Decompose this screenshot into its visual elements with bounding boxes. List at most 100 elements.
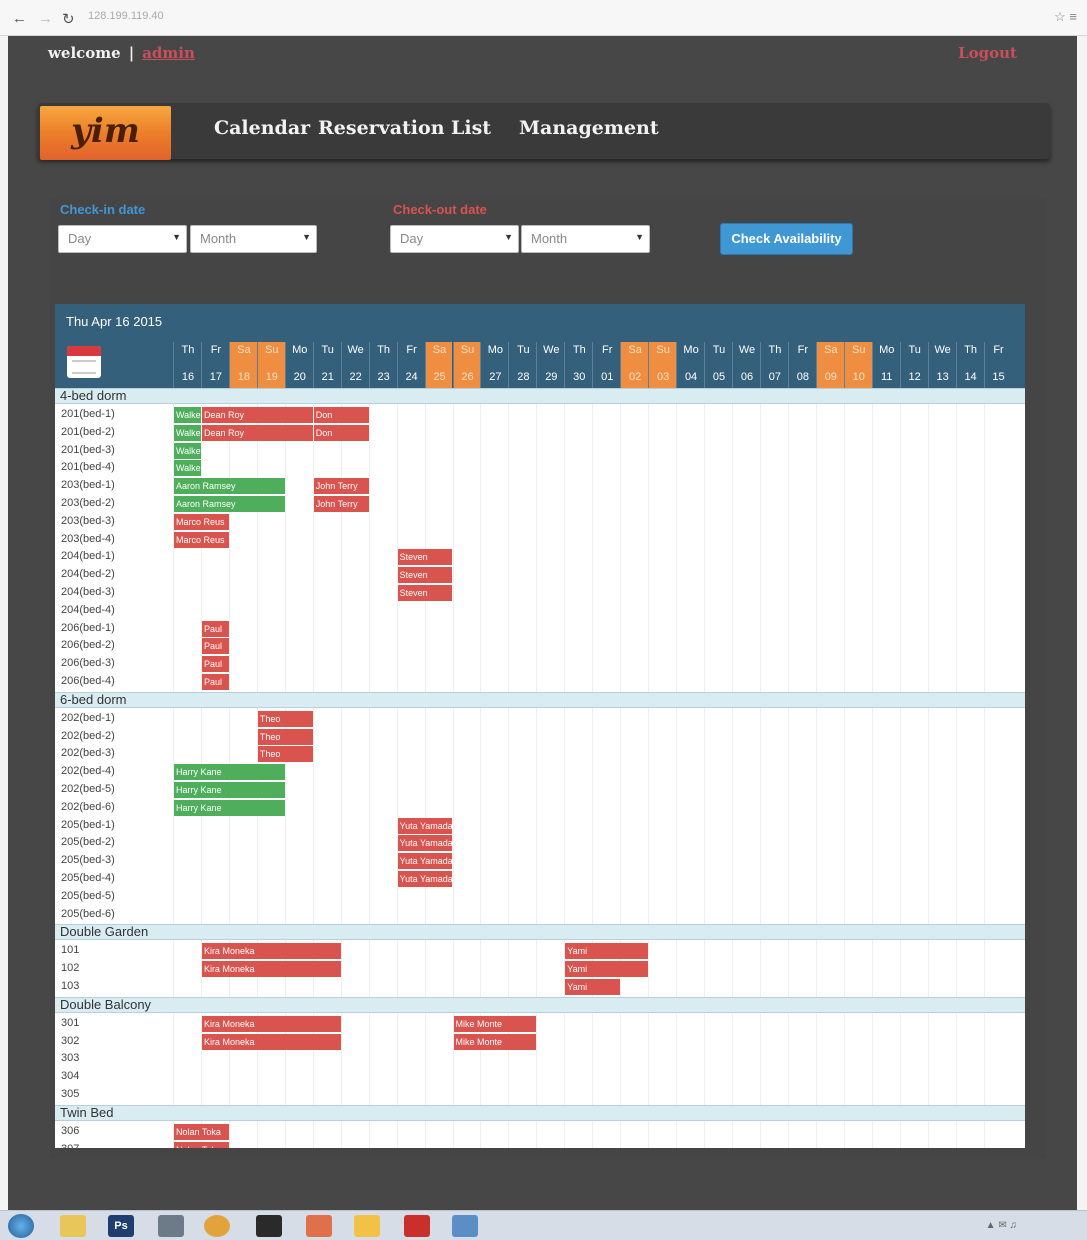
- booking-block[interactable]: Nolan Toka: [174, 1141, 229, 1148]
- booking-block[interactable]: Kira Moneka: [201, 943, 341, 960]
- xampp-icon[interactable]: [306, 1215, 332, 1237]
- menu-icon[interactable]: ☆ ≡: [1054, 9, 1077, 25]
- network-icon[interactable]: [452, 1215, 478, 1237]
- booking-block[interactable]: Dean Roy: [201, 424, 313, 441]
- booking-block[interactable]: Yuta Yamada: [397, 817, 453, 834]
- chrome-icon[interactable]: [204, 1215, 230, 1237]
- calendar-icon[interactable]: [67, 346, 101, 378]
- booking-block[interactable]: Don: [313, 407, 369, 423]
- checkin-month-select[interactable]: Month ▼: [190, 225, 317, 253]
- day-header-cell[interactable]: Fr 24: [396, 342, 425, 388]
- booking-block[interactable]: Kira Moneka: [201, 961, 341, 978]
- day-header-cell[interactable]: Fr 08: [787, 342, 816, 388]
- app-icon[interactable]: [158, 1215, 184, 1237]
- day-header-cell[interactable]: Th 23: [368, 342, 397, 388]
- booking-block[interactable]: Paul: [201, 656, 229, 673]
- day-header-cell[interactable]: Mo 20: [284, 342, 313, 388]
- day-header-cell[interactable]: Su 03: [648, 342, 677, 388]
- day-header-cell[interactable]: Mo 04: [676, 342, 704, 388]
- booking-block[interactable]: Theo: [257, 710, 313, 727]
- booking-block[interactable]: Harry Kane: [174, 782, 285, 798]
- reload-icon[interactable]: ↻: [62, 10, 75, 28]
- nav-management[interactable]: Management: [519, 117, 659, 139]
- day-header-cell[interactable]: Th 14: [955, 342, 984, 388]
- day-header-cell[interactable]: Th 30: [564, 342, 592, 388]
- day-header-cell[interactable]: Fr 15: [983, 342, 1012, 388]
- booking-block[interactable]: Harry Kane: [174, 799, 285, 816]
- start-button[interactable]: [8, 1214, 34, 1238]
- booking-block[interactable]: Yami: [565, 943, 649, 960]
- checkout-month-select[interactable]: Month ▼: [521, 225, 650, 253]
- booking-block[interactable]: Paul: [201, 620, 229, 637]
- booking-block[interactable]: Yami: [565, 979, 621, 995]
- nav-reservation[interactable]: Reservation: [318, 117, 445, 139]
- booking-block[interactable]: Harry Kane: [174, 764, 285, 781]
- day-header-cell[interactable]: Su 19: [256, 342, 285, 388]
- day-header-cell[interactable]: Th 07: [759, 342, 788, 388]
- booking-block[interactable]: Paul: [201, 638, 229, 655]
- day-header-cell[interactable]: Sa 18: [228, 342, 257, 388]
- booking-block[interactable]: Mike Monte: [453, 1015, 537, 1032]
- booking-block[interactable]: Theo: [257, 728, 313, 745]
- terminal-icon[interactable]: [256, 1215, 282, 1237]
- day-header-cell[interactable]: Fr 17: [200, 342, 229, 388]
- day-header-cell[interactable]: Tu 28: [508, 342, 536, 388]
- nav-list[interactable]: List: [451, 117, 491, 139]
- booking-block[interactable]: Kira Moneka: [201, 1015, 341, 1032]
- day-header-cell[interactable]: Tu 21: [312, 342, 341, 388]
- booking-block[interactable]: Aaron Ramsey: [174, 478, 285, 495]
- day-header-cell[interactable]: Th 16: [173, 342, 201, 388]
- booking-block[interactable]: Mike Monte: [453, 1033, 537, 1050]
- day-header-cell[interactable]: Su 10: [843, 342, 872, 388]
- day-header-cell[interactable]: Sa 02: [620, 342, 649, 388]
- user-icon[interactable]: [354, 1215, 380, 1237]
- logout-link[interactable]: Logout: [958, 44, 1017, 62]
- booking-block[interactable]: Aaron Ramsey: [174, 496, 285, 512]
- booking-block[interactable]: Paul: [201, 674, 229, 690]
- photoshop-icon[interactable]: Ps: [108, 1215, 134, 1237]
- booking-block[interactable]: Nolan Toka: [174, 1123, 229, 1140]
- checkin-day-select[interactable]: Day ▼: [58, 225, 187, 253]
- day-header-cell[interactable]: Mo 27: [480, 342, 508, 388]
- checkout-day-select[interactable]: Day ▼: [390, 225, 519, 253]
- pdf-icon[interactable]: [404, 1215, 430, 1237]
- day-header-cell[interactable]: Tu 12: [899, 342, 928, 388]
- booking-block[interactable]: Walke: [174, 424, 201, 441]
- day-header-cell[interactable]: Tu 05: [704, 342, 732, 388]
- forward-icon[interactable]: →: [38, 10, 53, 27]
- address-bar[interactable]: 128.199.119.40: [88, 10, 1018, 28]
- booking-block[interactable]: Walke: [174, 442, 201, 459]
- day-header-cell[interactable]: We 13: [927, 342, 956, 388]
- day-header-cell[interactable]: We 06: [732, 342, 760, 388]
- booking-block[interactable]: Marco Reus: [174, 531, 229, 548]
- day-header-cell[interactable]: Su 26: [452, 342, 481, 388]
- booking-block[interactable]: Yami: [565, 961, 649, 978]
- booking-block[interactable]: Don: [313, 424, 369, 441]
- nav-calendar[interactable]: Calendar: [214, 117, 310, 139]
- day-header-cell[interactable]: Sa 25: [424, 342, 453, 388]
- user-link[interactable]: admin: [142, 44, 195, 62]
- booking-block[interactable]: Kira Moneka: [201, 1033, 341, 1050]
- booking-block[interactable]: Steven: [397, 549, 453, 566]
- day-header-cell[interactable]: We 29: [536, 342, 564, 388]
- booking-block[interactable]: John Terry: [313, 496, 369, 512]
- brand-logo[interactable]: yim: [40, 106, 171, 160]
- booking-block[interactable]: Theo: [257, 746, 313, 763]
- day-header-cell[interactable]: Mo 11: [871, 342, 900, 388]
- day-header-cell[interactable]: Fr 01: [592, 342, 620, 388]
- booking-block[interactable]: Steven: [397, 567, 453, 584]
- system-tray[interactable]: ▲ ✉ ♫: [986, 1220, 1017, 1231]
- booking-block[interactable]: Dean Roy: [201, 407, 313, 423]
- back-icon[interactable]: ←: [12, 10, 27, 27]
- booking-block[interactable]: Yuta Yamada: [397, 835, 453, 852]
- booking-block[interactable]: Marco Reus: [174, 513, 229, 530]
- booking-block[interactable]: Yuta Yamada: [397, 853, 453, 870]
- booking-block[interactable]: Walke: [174, 407, 201, 423]
- booking-block[interactable]: Yuta Yamada: [397, 871, 453, 887]
- folder-icon[interactable]: [60, 1215, 86, 1237]
- booking-block[interactable]: Steven: [397, 585, 453, 601]
- check-availability-button[interactable]: Check Availability: [720, 223, 853, 255]
- day-header-cell[interactable]: We 22: [340, 342, 369, 388]
- day-header-cell[interactable]: Sa 09: [815, 342, 844, 388]
- booking-block[interactable]: Walke: [174, 460, 201, 477]
